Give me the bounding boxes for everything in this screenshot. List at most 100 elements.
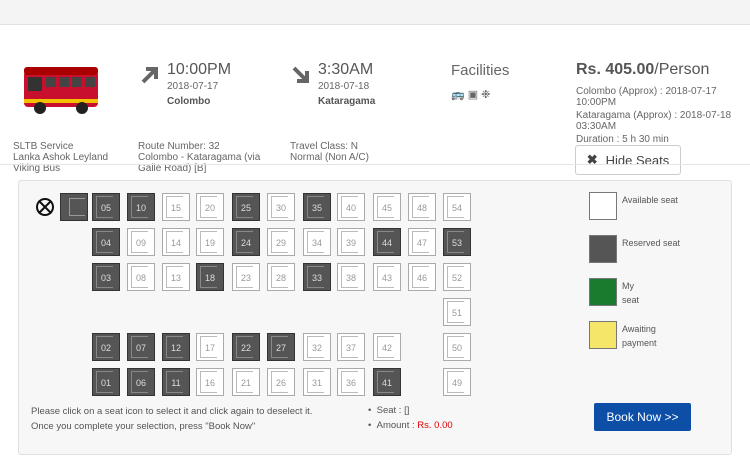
departure-city: Colombo xyxy=(167,96,211,107)
seat-34[interactable]: 34 xyxy=(303,228,331,256)
seat-10: 10 xyxy=(127,193,155,221)
bus-image xyxy=(24,67,98,114)
route-info: Route Number: 32 Colombo - Kataragama (v… xyxy=(138,141,278,174)
legend-available: Available seat xyxy=(622,195,678,205)
seat-39[interactable]: 39 xyxy=(337,228,365,256)
seat-label: Seat : xyxy=(376,405,402,416)
seat-18: 18 xyxy=(196,263,224,291)
bus-model: Lanka Ashok Leyland Viking Bus xyxy=(13,152,109,174)
legend-reserved-swatch xyxy=(589,235,617,263)
departure-time: 10:00PM xyxy=(167,61,232,78)
seat-06: 06 xyxy=(127,368,155,396)
seat-31[interactable]: 31 xyxy=(303,368,331,396)
hide-seats-button[interactable]: ✖ Hide Seats xyxy=(575,145,681,175)
arrival-date: 2018-07-18 xyxy=(318,81,370,92)
seat-05: 05 xyxy=(92,193,120,221)
seat-23[interactable]: 23 xyxy=(232,263,260,291)
arrival-time: 3:30AM xyxy=(318,61,374,78)
amount-summary: • Amount : Rs. 0.00 xyxy=(368,420,453,431)
price: Rs. 405.00/Person xyxy=(576,61,709,79)
route-number: Route Number: 32 xyxy=(138,141,220,152)
seat-51[interactable]: 51 xyxy=(443,298,471,326)
facilities-title: Facilities xyxy=(451,62,510,79)
seat-54[interactable]: 54 xyxy=(443,193,471,221)
instructions: Please click on a seat icon to select it… xyxy=(31,406,313,432)
seat-45[interactable]: 45 xyxy=(373,193,401,221)
seat-50[interactable]: 50 xyxy=(443,333,471,361)
seat-19[interactable]: 19 xyxy=(196,228,224,256)
seat-12: 12 xyxy=(162,333,190,361)
seat-47[interactable]: 47 xyxy=(408,228,436,256)
departure-arrow-icon xyxy=(141,67,158,84)
seat-summary: • Seat : [] xyxy=(368,405,410,416)
seat-49[interactable]: 49 xyxy=(443,368,471,396)
legend-reserved: Reserved seat xyxy=(622,238,681,248)
seat-32[interactable]: 32 xyxy=(303,333,331,361)
seat-01: 01 xyxy=(92,368,120,396)
price-amount: Rs. 405.00 xyxy=(576,61,655,78)
route-name: Colombo - Kataragama (via Galle Road) [B… xyxy=(138,152,261,174)
seat-52[interactable]: 52 xyxy=(443,263,471,291)
seat-26[interactable]: 26 xyxy=(267,368,295,396)
seat-15[interactable]: 15 xyxy=(162,193,190,221)
seat-41: 41 xyxy=(373,368,401,396)
arrival-arrow-icon xyxy=(292,66,309,83)
seat-16[interactable]: 16 xyxy=(196,368,224,396)
seat-29[interactable]: 29 xyxy=(267,228,295,256)
seat-20[interactable]: 20 xyxy=(196,193,224,221)
seat-37[interactable]: 37 xyxy=(337,333,365,361)
seat-28[interactable]: 28 xyxy=(267,263,295,291)
hide-seats-label: Hide Seats xyxy=(605,152,670,168)
seat-13[interactable]: 13 xyxy=(162,263,190,291)
seat-11: 11 xyxy=(162,368,190,396)
amount-value: Rs. 0.00 xyxy=(417,420,453,431)
close-icon: ✖ xyxy=(586,152,598,167)
seat-38[interactable]: 38 xyxy=(337,263,365,291)
seat-43[interactable]: 43 xyxy=(373,263,401,291)
steering-wheel-icon xyxy=(36,198,54,216)
seat-42[interactable]: 42 xyxy=(373,333,401,361)
seat-36[interactable]: 36 xyxy=(337,368,365,396)
seat-33: 33 xyxy=(303,263,331,291)
amount-label: Amount : xyxy=(376,420,415,431)
divider xyxy=(0,164,750,165)
driver-seat xyxy=(60,193,88,221)
seat-14[interactable]: 14 xyxy=(162,228,190,256)
seat-27: 27 xyxy=(267,333,295,361)
legend-awaiting-swatch xyxy=(589,321,617,349)
legend-awaiting: Awaiting payment xyxy=(622,324,657,348)
facilities-icons: 🚌▣❉ xyxy=(451,88,493,101)
seat-21[interactable]: 21 xyxy=(232,368,260,396)
schedule-details: Colombo (Approx) : 2018-07-17 10:00PM Ka… xyxy=(576,86,741,145)
operator-info: SLTB Service Lanka Ashok Leyland Viking … xyxy=(13,141,128,174)
seat-22: 22 xyxy=(232,333,260,361)
seat-03: 03 xyxy=(92,263,120,291)
arrive-approx: Kataragama (Approx) : 2018-07-18 03:30AM xyxy=(576,110,732,132)
seat-08[interactable]: 08 xyxy=(127,263,155,291)
seat-25: 25 xyxy=(232,193,260,221)
seat-09[interactable]: 09 xyxy=(127,228,155,256)
travel-class: Travel Class: N xyxy=(290,141,358,152)
seat-48[interactable]: 48 xyxy=(408,193,436,221)
seat-53: 53 xyxy=(443,228,471,256)
seat-35: 35 xyxy=(303,193,331,221)
operator-name: SLTB Service xyxy=(13,141,74,152)
ticket-icon: ❉ xyxy=(481,89,494,101)
seat-value: [] xyxy=(404,405,410,416)
seat-40[interactable]: 40 xyxy=(337,193,365,221)
book-now-button[interactable]: Book Now >> xyxy=(594,403,691,431)
seat-24: 24 xyxy=(232,228,260,256)
seat-07: 07 xyxy=(127,333,155,361)
duration: Duration : 5 h 30 min xyxy=(576,134,669,145)
seat-44: 44 xyxy=(373,228,401,256)
travel-class-desc: Normal (Non A/C) xyxy=(290,152,369,163)
hotel-icon: ▣ xyxy=(467,89,482,101)
seat-30[interactable]: 30 xyxy=(267,193,295,221)
legend-my-swatch xyxy=(589,278,617,306)
legend-my: My seat xyxy=(622,281,640,305)
seat-17[interactable]: 17 xyxy=(196,333,224,361)
departure-date: 2018-07-17 xyxy=(167,81,219,92)
seat-46[interactable]: 46 xyxy=(408,263,436,291)
legend-available-swatch xyxy=(589,192,617,220)
bus-icon: 🚌 xyxy=(451,89,468,101)
